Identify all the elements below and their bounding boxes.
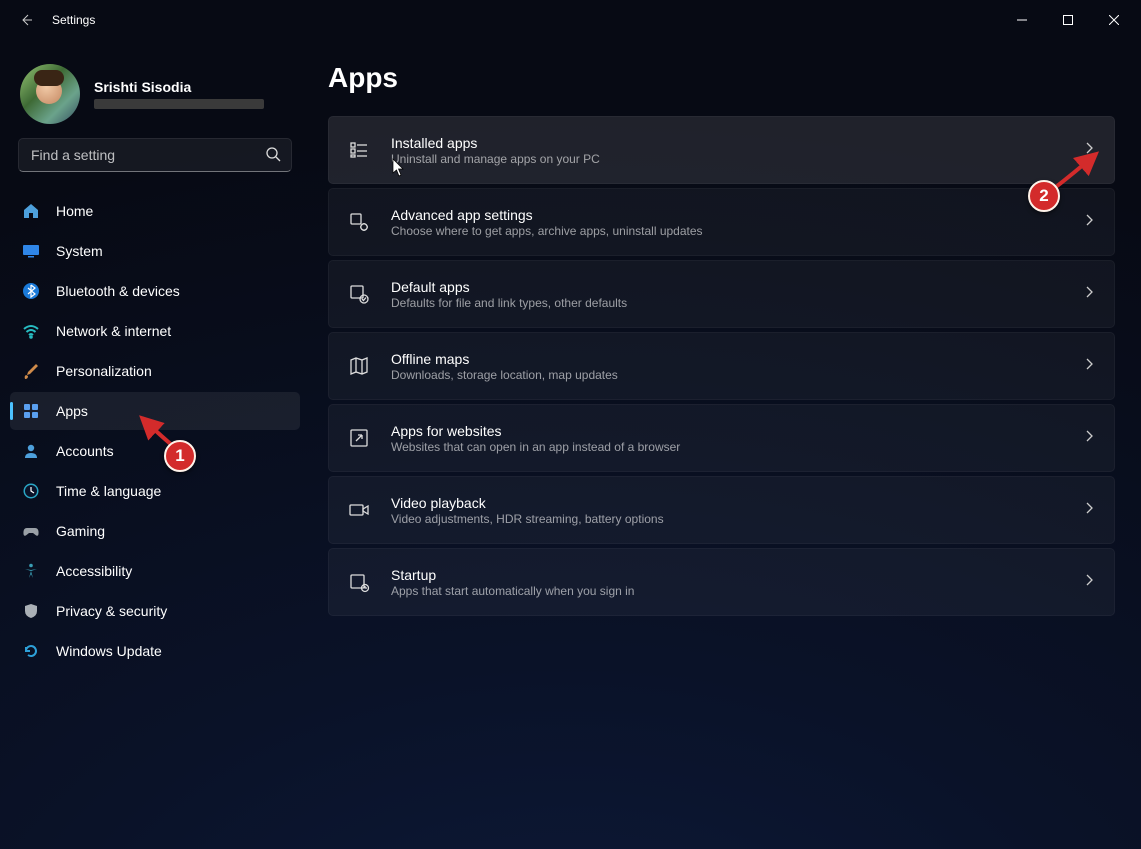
profile-subtext-redacted	[94, 99, 264, 109]
wifi-icon	[22, 322, 40, 340]
clock-icon	[22, 482, 40, 500]
card-apps-for-websites[interactable]: Apps for websites Websites that can open…	[328, 404, 1115, 472]
update-icon	[22, 642, 40, 660]
nav-label: Apps	[56, 403, 88, 419]
websites-icon	[347, 427, 371, 449]
sidebar-item-accessibility[interactable]: Accessibility	[10, 552, 300, 590]
accounts-icon	[22, 442, 40, 460]
titlebar: Settings	[0, 0, 1141, 40]
sidebar-item-privacy[interactable]: Privacy & security	[10, 592, 300, 630]
card-sub: Apps that start automatically when you s…	[391, 584, 1062, 598]
chevron-right-icon	[1082, 429, 1096, 448]
accessibility-icon	[22, 562, 40, 580]
sidebar-item-gaming[interactable]: Gaming	[10, 512, 300, 550]
card-sub: Downloads, storage location, map updates	[391, 368, 1062, 382]
nav-label: Home	[56, 203, 93, 219]
apps-icon	[22, 402, 40, 420]
card-offline-maps[interactable]: Offline maps Downloads, storage location…	[328, 332, 1115, 400]
profile-name: Srishti Sisodia	[94, 79, 264, 95]
annotation-marker-2: 2	[1028, 180, 1060, 212]
card-video-playback[interactable]: Video playback Video adjustments, HDR st…	[328, 476, 1115, 544]
card-title: Apps for websites	[391, 423, 1062, 439]
card-title: Offline maps	[391, 351, 1062, 367]
settings-card-list: Installed apps Uninstall and manage apps…	[328, 116, 1115, 616]
card-installed-apps[interactable]: Installed apps Uninstall and manage apps…	[328, 116, 1115, 184]
system-icon	[22, 242, 40, 260]
sidebar-item-time-language[interactable]: Time & language	[10, 472, 300, 510]
chevron-right-icon	[1082, 501, 1096, 520]
annotation-marker-1: 1	[164, 440, 196, 472]
nav-label: Network & internet	[56, 323, 171, 339]
avatar	[20, 64, 80, 124]
card-title: Default apps	[391, 279, 1062, 295]
video-icon	[347, 499, 371, 521]
chevron-right-icon	[1082, 573, 1096, 592]
nav-label: Bluetooth & devices	[56, 283, 180, 299]
chevron-right-icon	[1082, 285, 1096, 304]
startup-icon	[347, 571, 371, 593]
minimize-button[interactable]	[999, 0, 1045, 40]
sidebar-item-bluetooth[interactable]: Bluetooth & devices	[10, 272, 300, 310]
nav-label: Accounts	[56, 443, 114, 459]
maximize-button[interactable]	[1045, 0, 1091, 40]
card-default-apps[interactable]: Default apps Defaults for file and link …	[328, 260, 1115, 328]
sidebar-item-system[interactable]: System	[10, 232, 300, 270]
card-startup[interactable]: Startup Apps that start automatically wh…	[328, 548, 1115, 616]
nav-label: Windows Update	[56, 643, 162, 659]
gamepad-icon	[22, 522, 40, 540]
card-title: Video playback	[391, 495, 1062, 511]
card-title: Installed apps	[391, 135, 1062, 151]
sidebar-item-network[interactable]: Network & internet	[10, 312, 300, 350]
search-icon	[265, 146, 281, 167]
nav-label: System	[56, 243, 103, 259]
page-title: Apps	[328, 62, 1115, 94]
chevron-right-icon	[1082, 357, 1096, 376]
nav-label: Personalization	[56, 363, 152, 379]
card-sub: Uninstall and manage apps on your PC	[391, 152, 1062, 166]
profile-block[interactable]: Srishti Sisodia	[10, 56, 300, 138]
search-box[interactable]	[18, 138, 292, 172]
chevron-right-icon	[1082, 213, 1096, 232]
card-sub: Websites that can open in an app instead…	[391, 440, 1062, 454]
nav-label: Time & language	[56, 483, 161, 499]
back-button[interactable]	[4, 0, 48, 40]
close-button[interactable]	[1091, 0, 1137, 40]
window-title: Settings	[48, 13, 95, 27]
search-input[interactable]	[31, 147, 255, 163]
card-sub: Defaults for file and link types, other …	[391, 296, 1062, 310]
nav-label: Accessibility	[56, 563, 132, 579]
default-apps-icon	[347, 283, 371, 305]
card-sub: Choose where to get apps, archive apps, …	[391, 224, 1062, 238]
installed-apps-icon	[347, 139, 371, 161]
sidebar-item-personalization[interactable]: Personalization	[10, 352, 300, 390]
main-content: Apps Installed apps Uninstall and manage…	[310, 40, 1141, 849]
advanced-settings-icon	[347, 211, 371, 233]
shield-icon	[22, 602, 40, 620]
card-advanced-app-settings[interactable]: Advanced app settings Choose where to ge…	[328, 188, 1115, 256]
card-title: Startup	[391, 567, 1062, 583]
maps-icon	[347, 355, 371, 377]
mouse-cursor	[392, 158, 406, 178]
sidebar-item-home[interactable]: Home	[10, 192, 300, 230]
brush-icon	[22, 362, 40, 380]
card-sub: Video adjustments, HDR streaming, batter…	[391, 512, 1062, 526]
nav-label: Gaming	[56, 523, 105, 539]
card-title: Advanced app settings	[391, 207, 1062, 223]
nav-label: Privacy & security	[56, 603, 167, 619]
home-icon	[22, 202, 40, 220]
bluetooth-icon	[22, 282, 40, 300]
sidebar-item-windows-update[interactable]: Windows Update	[10, 632, 300, 670]
